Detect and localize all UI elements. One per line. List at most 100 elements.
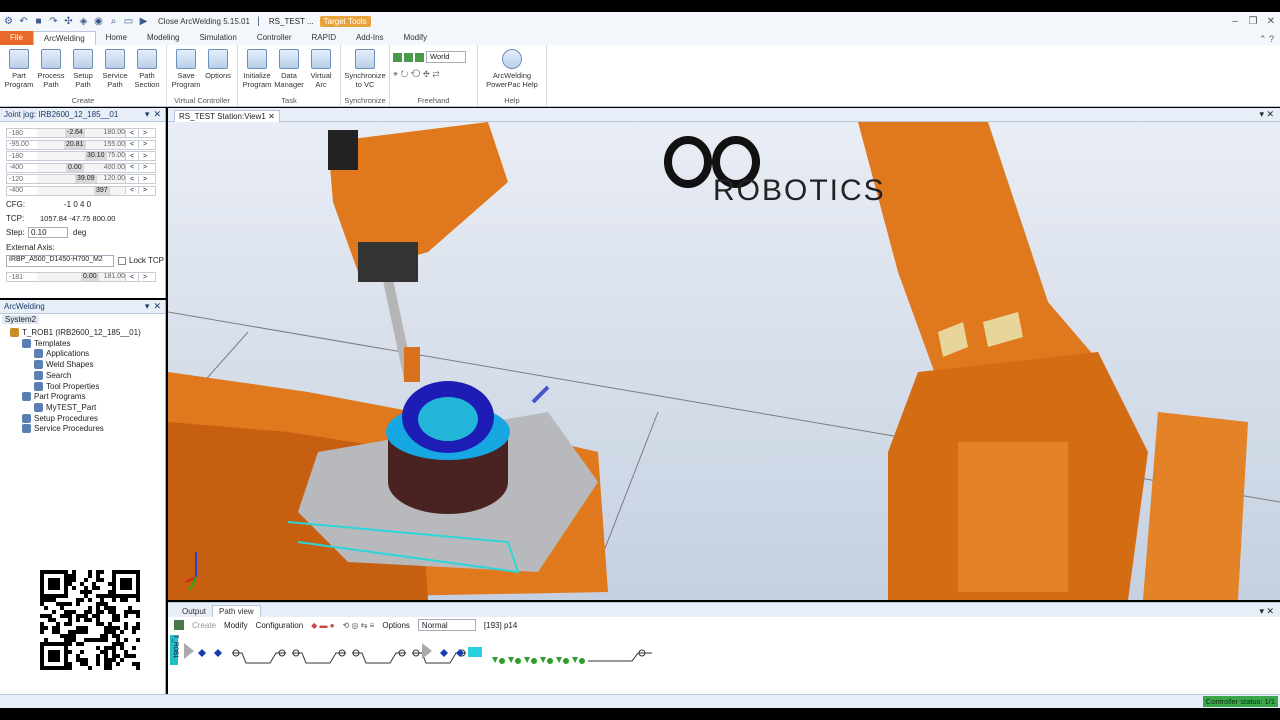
tab-rapid[interactable]: RAPID: [302, 31, 346, 45]
step-input[interactable]: 0.10: [28, 227, 68, 238]
zoom-icon[interactable]: ⌕: [107, 15, 120, 27]
joint-slider[interactable]: 20.81 155.00: [37, 140, 125, 149]
play-icon[interactable]: ▶: [137, 15, 150, 27]
select-icon[interactable]: ✣: [62, 15, 75, 27]
jog-left-arrow[interactable]: <: [125, 187, 138, 194]
close-icon[interactable]: ✕: [1262, 16, 1280, 27]
close-icon[interactable]: ✕: [153, 109, 161, 120]
view-menu-icon[interactable]: ▾ ✕: [1259, 109, 1274, 120]
service-path-button[interactable]: Service Path: [100, 47, 130, 96]
mode-dropdown[interactable]: Normal: [417, 619, 476, 631]
joint-slider[interactable]: 30.10 75.00: [37, 152, 125, 160]
initialize-program-button[interactable]: Initialize Program: [242, 47, 272, 96]
jog-right-arrow[interactable]: >: [138, 273, 151, 281]
system-tab[interactable]: System2: [2, 315, 40, 324]
jog-left-arrow[interactable]: <: [125, 152, 138, 160]
data-manager-button[interactable]: Data Manager: [274, 47, 304, 96]
tree-item[interactable]: Applications: [34, 349, 89, 359]
3d-viewport[interactable]: ROBOTICS: [168, 122, 1280, 600]
tree-item[interactable]: Part Programs: [22, 392, 86, 402]
path-timeline[interactable]: [182, 639, 662, 669]
tree-item[interactable]: Search: [34, 370, 71, 380]
measure-icon[interactable]: ▭: [122, 15, 135, 27]
undo-icon[interactable]: ↶: [17, 15, 30, 27]
part-program-button[interactable]: Part Program: [4, 47, 34, 96]
tree-item[interactable]: Setup Procedures: [22, 413, 98, 423]
create-menu[interactable]: Create: [192, 621, 216, 630]
jog-left-arrow[interactable]: <: [125, 175, 138, 183]
view-icon[interactable]: ◉: [92, 15, 105, 27]
modify-menu[interactable]: Modify: [224, 621, 248, 630]
tab-modeling[interactable]: Modeling: [137, 31, 189, 45]
tab-addins[interactable]: Add-Ins: [346, 31, 394, 45]
ribbon-collapse-icon[interactable]: ⌃ ?: [1259, 34, 1274, 45]
move-icon[interactable]: [393, 52, 402, 62]
panel-close-icon[interactable]: ▾ ✕: [1259, 606, 1274, 617]
configuration-menu[interactable]: Configuration: [256, 621, 304, 630]
tree-item[interactable]: Weld Shapes: [34, 360, 93, 370]
tab-simulation[interactable]: Simulation: [189, 31, 246, 45]
options-button[interactable]: Options: [203, 47, 233, 96]
pin-icon[interactable]: ▾: [145, 109, 150, 120]
jog-left-arrow[interactable]: <: [125, 273, 138, 281]
tab-modify[interactable]: Modify: [394, 31, 438, 45]
jog-left-arrow[interactable]: <: [125, 129, 138, 137]
jog-right-arrow[interactable]: >: [138, 164, 151, 171]
external-axis-select[interactable]: IRBP_A500_D1450-H700_M2: [6, 255, 114, 267]
jog-right-arrow[interactable]: >: [138, 141, 151, 148]
snap-icon[interactable]: ◈: [77, 15, 90, 27]
joint-slider[interactable]: -2.64 180.00: [37, 129, 125, 137]
save-icon[interactable]: ■: [32, 15, 45, 27]
joint-row-2[interactable]: -95.00 20.81 155.00 < >: [6, 139, 156, 150]
app-icon[interactable]: ⚙: [2, 15, 15, 27]
joint-row-3[interactable]: -180 30.10 75.00 < >: [6, 151, 156, 161]
minimize-icon[interactable]: –: [1226, 16, 1244, 27]
reference-dropdown[interactable]: World: [426, 51, 466, 63]
joint-slider[interactable]: 39.09 120.00: [37, 175, 125, 183]
tree-item[interactable]: MyTEST_Part: [34, 402, 96, 412]
joint-slider[interactable]: 397: [37, 186, 125, 195]
jog-icon[interactable]: [415, 52, 424, 62]
tab-path-view[interactable]: Path view: [212, 605, 261, 617]
tab-controller[interactable]: Controller: [247, 31, 302, 45]
tab-file[interactable]: File: [0, 31, 33, 45]
save-program-button[interactable]: Save Program: [171, 47, 201, 96]
tree-item[interactable]: T_ROB1 (IRB2600_12_185__01): [10, 328, 141, 337]
arcwelding-help-button[interactable]: ArcWelding PowerPac Help: [482, 47, 542, 96]
joint-row-1[interactable]: -180 -2.64 180.00 < >: [6, 128, 156, 138]
process-path-button[interactable]: Process Path: [36, 47, 66, 96]
tab-arcwelding[interactable]: ArcWelding: [32, 31, 96, 45]
rotate-icon[interactable]: [404, 52, 413, 62]
jog-right-arrow[interactable]: >: [138, 129, 151, 137]
redo-icon[interactable]: ↷: [47, 15, 60, 27]
synchronize-to-vc-button[interactable]: Synchronize to VC: [344, 47, 386, 96]
external-axis-row[interactable]: -181 0.00 181.00 < >: [6, 272, 156, 282]
setup-path-button[interactable]: Setup Path: [68, 47, 98, 96]
tree-item[interactable]: Service Procedures: [22, 424, 104, 434]
close-icon[interactable]: ✕: [153, 301, 161, 312]
jog-right-arrow[interactable]: >: [138, 152, 151, 160]
context-tab[interactable]: Target Tools: [319, 15, 371, 27]
jog-right-arrow[interactable]: >: [138, 175, 151, 183]
joint-slider[interactable]: 0.00 400.00: [37, 163, 125, 172]
virtual-arc-button[interactable]: Virtual Arc: [306, 47, 336, 96]
tree-item[interactable]: Templates: [22, 338, 70, 348]
grid-icon[interactable]: [174, 620, 184, 630]
lock-tcp-checkbox[interactable]: [118, 257, 126, 265]
tab-output[interactable]: Output: [176, 606, 212, 617]
jog-left-arrow[interactable]: <: [125, 164, 138, 171]
freehand-tools-icon[interactable]: ⌖ ↻ ⟲ ✥ ⇄: [393, 69, 474, 80]
tab-home[interactable]: Home: [96, 31, 137, 45]
options-menu[interactable]: Options: [382, 621, 410, 630]
jog-left-arrow[interactable]: <: [125, 141, 138, 148]
path-tools-icon[interactable]: ◆ ▬ ●: [311, 621, 334, 630]
joint-row-6[interactable]: -400 397 < >: [6, 185, 156, 196]
jog-right-arrow[interactable]: >: [138, 187, 151, 194]
nav-tools-icon[interactable]: ⟲ ◎ ⇆ ≡: [343, 621, 375, 630]
tree-item[interactable]: Tool Properties: [34, 381, 99, 391]
joint-row-5[interactable]: -120 39.09 120.00 < >: [6, 174, 156, 184]
restore-icon[interactable]: ❐: [1244, 16, 1262, 27]
path-section-button[interactable]: Path Section: [132, 47, 162, 96]
pin-icon[interactable]: ▾: [145, 301, 150, 312]
joint-row-4[interactable]: -400 0.00 400.00 < >: [6, 162, 156, 173]
